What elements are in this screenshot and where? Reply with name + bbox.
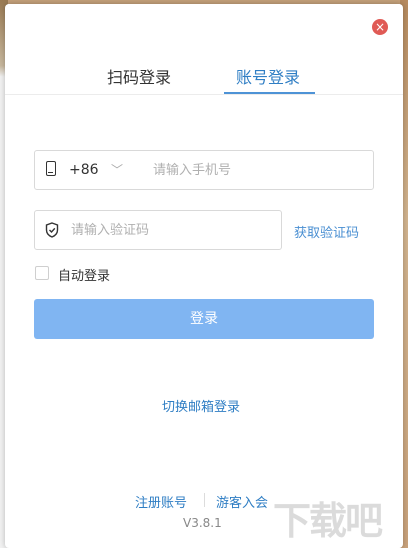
verification-code-field [34, 210, 282, 250]
tab-account-login[interactable]: 账号登录 [236, 64, 300, 88]
phone-input[interactable] [153, 159, 363, 181]
login-button[interactable]: 登录 [34, 299, 374, 339]
tab-divider [5, 94, 403, 95]
login-dialog: × 扫码登录 账号登录 +86 ﹀ 获取验证码 自动登录 登录 切换邮箱登录 注… [5, 4, 403, 548]
guest-join-link[interactable]: 游客入会 [216, 492, 268, 511]
phone-field: +86 ﹀ [34, 150, 374, 190]
watermark-logo: 下载吧 [273, 499, 383, 543]
verification-code-input[interactable] [71, 219, 271, 241]
shield-icon [45, 222, 59, 238]
footer-separator [204, 493, 205, 507]
auto-login-label[interactable]: 自动登录 [58, 265, 110, 284]
version-label: V3.8.1 [183, 516, 222, 530]
switch-email-login-link[interactable]: 切换邮箱登录 [162, 396, 240, 415]
country-code-select[interactable]: +86 [69, 162, 99, 178]
get-code-button[interactable]: 获取验证码 [294, 222, 359, 241]
phone-icon [46, 161, 56, 176]
auto-login-checkbox[interactable] [35, 266, 49, 280]
chevron-down-icon[interactable]: ﹀ [111, 161, 123, 178]
close-icon[interactable]: × [372, 19, 388, 35]
register-link[interactable]: 注册账号 [135, 492, 187, 511]
tab-qr-login[interactable]: 扫码登录 [107, 64, 171, 88]
